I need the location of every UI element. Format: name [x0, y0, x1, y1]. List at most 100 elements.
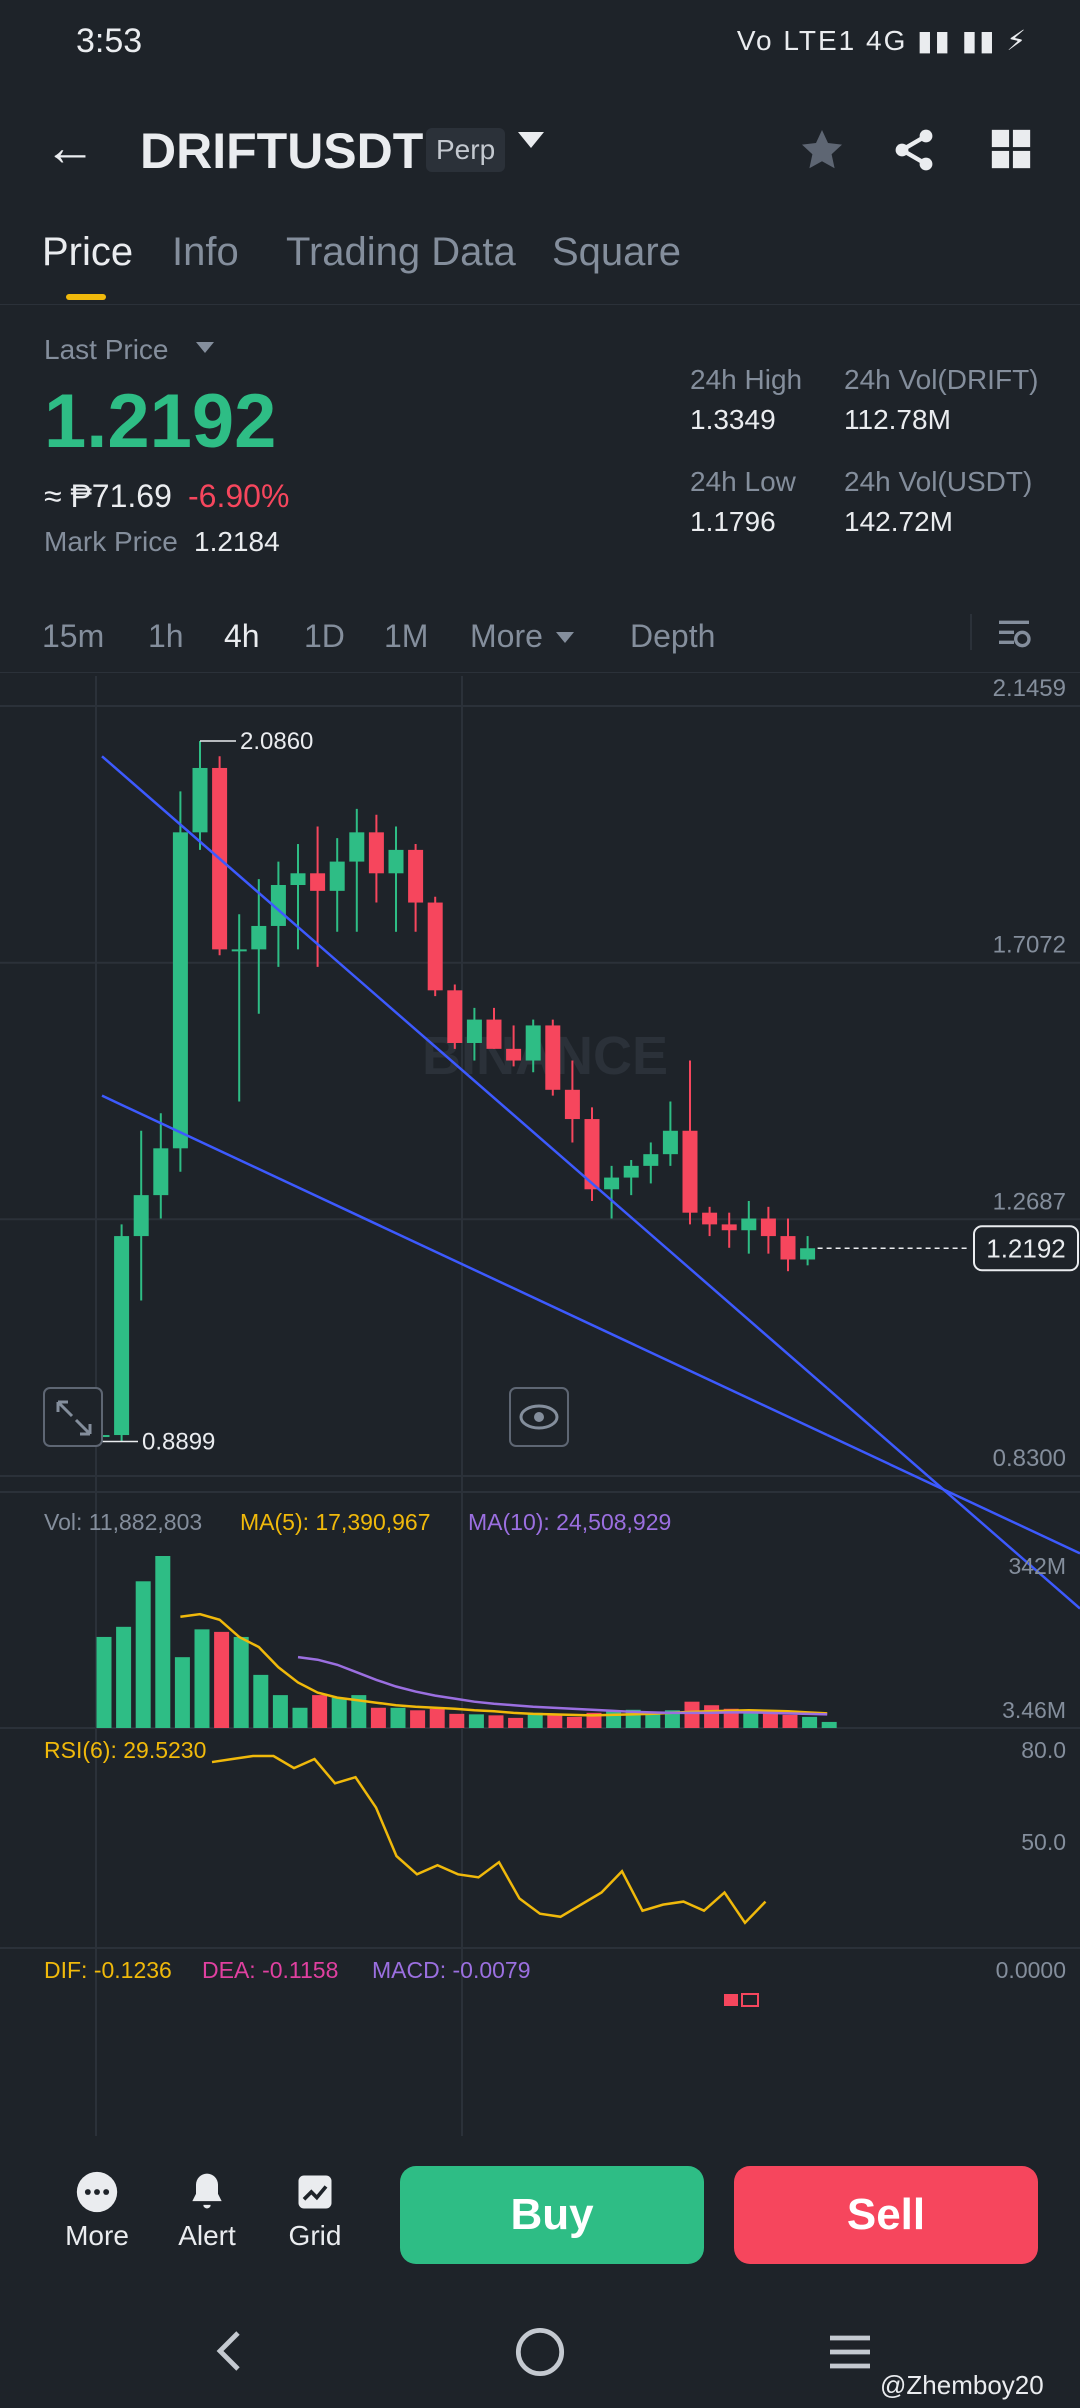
- grid-label: Grid: [288, 2220, 342, 2251]
- interval-more[interactable]: More: [470, 618, 543, 655]
- volume-ma5-label: MA(5): 17,390,967: [240, 1509, 431, 1535]
- price-axis-label: 0.8300: [993, 1445, 1066, 1472]
- tab-trading-data[interactable]: Trading Data: [286, 230, 516, 275]
- symbol-dropdown-icon[interactable]: [518, 132, 544, 148]
- volume-axis-label: 342M: [1008, 1553, 1066, 1579]
- rsi-axis-label: 50.0: [1021, 1829, 1066, 1855]
- chart-settings-icon[interactable]: [994, 614, 1034, 654]
- vol-quote-value: 142.72M: [844, 506, 953, 537]
- buy-button[interactable]: Buy: [400, 2166, 704, 2264]
- candle: [133, 1195, 149, 1237]
- interval-divider: [970, 614, 972, 650]
- active-tab-indicator: [66, 294, 106, 300]
- high-value: 1.3349: [690, 404, 776, 435]
- nav-recents-icon[interactable]: [824, 2328, 876, 2376]
- last-price-dropdown-icon[interactable]: [196, 342, 214, 353]
- candle: [310, 873, 326, 891]
- tab-square[interactable]: Square: [552, 230, 681, 275]
- credit-watermark: @Zhemboy20: [880, 2370, 1044, 2400]
- trendlines: [101, 755, 1080, 1610]
- volume-bar: [449, 1713, 465, 1728]
- volume-bar: [410, 1710, 426, 1728]
- candle: [349, 832, 365, 862]
- volume-bar: [331, 1697, 347, 1728]
- trendline: [101, 1094, 828, 1437]
- volume-bar: [429, 1708, 445, 1728]
- price-chart[interactable]: BINANCE 2.14591.70721.26870.8300 2.08600…: [0, 676, 1080, 2136]
- more-dropdown-icon[interactable]: [556, 632, 574, 643]
- macd-dea-label: DEA: -0.1158: [202, 1957, 338, 1983]
- low-value: 1.1796: [690, 506, 776, 537]
- mark-price-label: Mark Price: [44, 526, 178, 557]
- last-price-label[interactable]: Last Price: [44, 334, 169, 366]
- price-axis-label: 2.1459: [993, 676, 1066, 702]
- share-icon[interactable]: [890, 126, 938, 174]
- price-axis-label: 1.7072: [993, 932, 1066, 959]
- vol-base-label: 24h Vol(DRIFT): [844, 364, 1039, 395]
- rsi-panel: RSI(6): 29.5230 80.0 50.0: [44, 1737, 1066, 1925]
- mark-price-value: 1.2184: [194, 526, 280, 557]
- sell-button[interactable]: Sell: [734, 2166, 1038, 2264]
- volume-bar: [547, 1713, 563, 1728]
- volume-bar: [96, 1636, 112, 1728]
- interval-selector: 15m 1h 4h 1D 1M More Depth: [0, 600, 1080, 673]
- alert-button[interactable]: Alert: [162, 2170, 252, 2252]
- layout-grid-icon[interactable]: [988, 126, 1034, 172]
- favorite-star-icon[interactable]: [798, 126, 846, 174]
- contract-type-badge: Perp: [426, 128, 506, 172]
- interval-1m[interactable]: 1M: [384, 618, 428, 655]
- candle: [604, 1177, 620, 1190]
- volume-ma10-line: [297, 1655, 828, 1716]
- candle: [427, 902, 443, 991]
- candle: [486, 1019, 502, 1049]
- expand-chart-button[interactable]: [43, 1387, 103, 1447]
- current-price-label: 1.2192: [986, 1233, 1066, 1263]
- macd-dif-label: DIF: -0.1236: [44, 1957, 172, 1983]
- candle: [368, 832, 384, 874]
- grid-button[interactable]: Grid: [270, 2170, 360, 2252]
- depth-tab[interactable]: Depth: [630, 618, 715, 655]
- volume-bar: [802, 1716, 818, 1728]
- volume-bar: [684, 1701, 700, 1728]
- interval-1d[interactable]: 1D: [304, 618, 345, 655]
- macd-histogram-bar: [741, 1993, 759, 2007]
- alert-label: Alert: [178, 2220, 236, 2251]
- tab-info[interactable]: Info: [172, 230, 239, 275]
- volume-label: Vol: 11,882,803: [44, 1509, 202, 1535]
- rsi-axis-label: 80.0: [1021, 1737, 1066, 1763]
- price-axis: 2.1459 1.7072 1.2687 0.8300: [993, 676, 1066, 1472]
- last-price-value: 1.2192: [44, 379, 277, 464]
- candle: [525, 1025, 541, 1061]
- candle: [721, 1224, 737, 1231]
- price-axis-label: 1.2687: [993, 1188, 1066, 1215]
- status-bar: 3:53 Vo LTE1 4G ▮▮ ▮▮ ⚡: [0, 0, 1080, 90]
- interval-4h[interactable]: 4h: [224, 618, 260, 655]
- volume-bar: [253, 1674, 269, 1728]
- candle: [662, 1130, 678, 1155]
- nav-home-icon[interactable]: [514, 2326, 566, 2378]
- status-time: 3:53: [76, 22, 143, 60]
- candle: [153, 1148, 169, 1196]
- volume-bar: [488, 1715, 504, 1728]
- volume-bar: [606, 1710, 622, 1728]
- candle: [290, 873, 306, 885]
- candle: [192, 767, 208, 833]
- candle: [251, 925, 267, 950]
- candle: [800, 1248, 816, 1260]
- back-arrow-icon[interactable]: ←: [44, 122, 96, 174]
- rsi-line: [211, 1754, 767, 1925]
- macd-panel: DIF: -0.1236 DEA: -0.1158 MACD: -0.0079 0.0…: [44, 1957, 1066, 2007]
- macd-histogram-bar: [724, 1994, 738, 2006]
- volume-bar: [135, 1581, 151, 1728]
- more-button[interactable]: More: [52, 2170, 142, 2252]
- nav-back-icon[interactable]: [206, 2324, 254, 2378]
- macd-axis-label: 0.0000: [996, 1957, 1066, 1983]
- visibility-eye-icon[interactable]: [509, 1387, 569, 1447]
- candle: [447, 990, 463, 1043]
- grid-bot-icon: [298, 2175, 332, 2209]
- tab-price[interactable]: Price: [42, 230, 133, 275]
- symbol-title[interactable]: DRIFTUSDT: [140, 122, 423, 180]
- interval-15m[interactable]: 15m: [42, 618, 104, 655]
- interval-1h[interactable]: 1h: [148, 618, 184, 655]
- candle: [388, 849, 404, 874]
